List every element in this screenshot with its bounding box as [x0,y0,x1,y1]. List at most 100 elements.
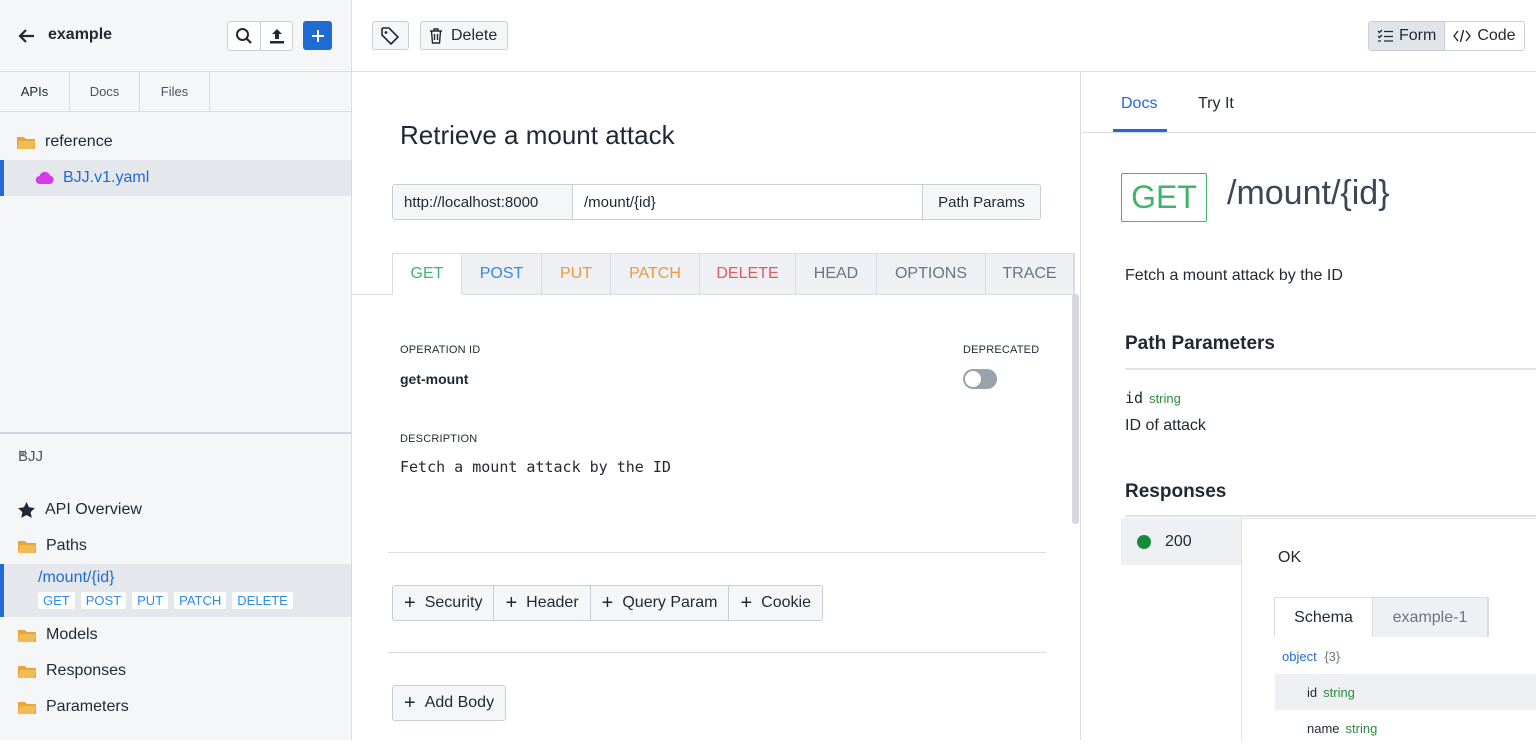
tab-label: HEAD [813,265,859,282]
path-params-heading: Path Parameters [1125,333,1275,354]
plus-icon: + [601,592,614,614]
nav-path-mount[interactable]: /mount/{id} GET POST PUT PATCH DELETE [0,564,351,617]
docs-summary: Fetch a mount attack by the ID [1125,267,1343,284]
tab-schema[interactable]: Schema [1275,598,1372,637]
tab-post[interactable]: POST [462,254,542,295]
tree-item-bjj-yaml[interactable]: BJJ.v1.yaml [0,160,351,196]
nav-models[interactable]: Models [0,617,351,653]
responses-heading: Responses [1125,481,1227,502]
schema-field[interactable]: id string [1275,674,1536,710]
param-desc: ID of attack [1125,417,1206,434]
tab-docs-preview[interactable]: Docs [1121,95,1157,113]
status-dot [1137,534,1151,549]
code-toggle[interactable]: Code [1444,22,1524,50]
close-icon[interactable]: × [18,446,339,464]
tab-delete[interactable]: DELETE [700,254,796,295]
tab-example-1[interactable]: example-1 [1372,598,1488,637]
operation-title[interactable]: Retrieve a mount attack [400,120,675,151]
tree-item-reference[interactable]: reference [0,124,351,160]
code-label: Code [1477,27,1516,44]
nav-label: API Overview [45,501,142,518]
add-cookie-button[interactable]: + Cookie [728,586,822,620]
path-link[interactable]: /mount/{id} [38,568,351,588]
deprecated-toggle[interactable] [963,369,997,389]
method-badge-put[interactable]: PUT [132,592,169,609]
tab-head[interactable]: HEAD [796,254,877,295]
response-desc: OK [1278,549,1302,566]
tab-apis[interactable]: APIs [0,72,70,111]
nav-responses[interactable]: Responses [0,653,351,689]
schema-type-row: object {3} [1282,649,1340,664]
deprecated-label: DEPRECATED [963,344,1040,356]
method-badge-delete[interactable]: DELETE [232,592,293,609]
project-name: example [48,26,113,43]
tab-trace[interactable]: TRACE [986,254,1074,295]
docs-tabs: Docs Try It [1082,72,1536,133]
sidebar-tabs: APIs Docs Files [0,72,351,112]
response-body: OK Schema example-1 object {3} id string… [1241,518,1536,740]
nav-label: Responses [46,662,127,679]
tree-item-label: BJJ.v1.yaml [63,169,150,186]
server-host[interactable]: http://localhost:8000 [393,185,573,219]
url-bar: http://localhost:8000 /mount/{id} Path P… [392,184,1041,220]
plus-icon: + [740,592,753,614]
nav-label: Paths [46,537,87,554]
add-param-buttons: + Security + Header + Query Param + Cookie [392,585,823,621]
schema-tabs: Schema example-1 [1274,597,1489,637]
add-security-button[interactable]: + Security [393,586,493,620]
description-label: DESCRIPTION [400,433,478,445]
tab-label: POST [479,265,524,282]
trash-icon [430,27,442,44]
tab-get[interactable]: GET [393,254,462,295]
tab-label: DELETE [716,265,779,282]
upload-button[interactable] [260,22,292,50]
nav-api-overview[interactable]: API Overview [0,492,351,528]
response-200-tab[interactable]: 200 [1121,518,1241,565]
tab-try-it[interactable]: Try It [1198,95,1234,113]
nav-parameters[interactable]: Parameters [0,689,351,725]
toolbar: Delete Form Code [352,0,1536,72]
plus-icon [311,29,324,42]
operation-id-value[interactable]: get-mount [400,371,468,387]
add-query-param-button[interactable]: + Query Param [589,586,729,620]
schema-field[interactable]: name string [1275,710,1536,746]
scrollbar[interactable] [1072,294,1079,524]
tab-patch[interactable]: PATCH [611,254,700,295]
tab-options[interactable]: OPTIONS [877,254,986,295]
code-icon [1453,29,1472,43]
button-label: Query Param [622,594,718,611]
form-toggle[interactable]: Form [1369,22,1445,50]
nav-label: Models [46,626,98,643]
docs-path: /mount/{id} [1227,174,1390,212]
delete-button[interactable]: Delete [420,21,508,50]
nav-paths[interactable]: Paths [0,528,351,564]
param-type: string [1149,391,1181,406]
response-code: 200 [1165,532,1192,550]
add-button[interactable] [303,21,332,50]
back-arrow-icon[interactable] [18,27,36,45]
description-input[interactable]: Fetch a mount attack by the ID [400,458,671,476]
path-params-button[interactable]: Path Params [922,185,1040,219]
tab-label: GET [410,265,444,282]
method-badge-patch[interactable]: PATCH [174,592,227,609]
method-badge-get[interactable]: GET [38,592,75,609]
add-body-button[interactable]: + Add Body [392,685,507,721]
tab-put[interactable]: PUT [542,254,611,295]
tab-files[interactable]: Files [140,72,210,111]
field-name: id [1307,684,1318,700]
param-name: id [1125,389,1144,407]
divider [1125,515,1536,517]
method-badge-post[interactable]: POST [80,592,127,609]
sidebar: example APIs Docs Files reference BJJ.v1… [0,0,352,740]
path-input[interactable]: /mount/{id} [573,185,922,219]
docs-panel: Docs Try It GET /mount/{id} Fetch a moun… [1082,72,1536,740]
method-tabs: GET POST PUT PATCH DELETE HEAD OPTIONS T… [392,253,1075,295]
add-header-button[interactable]: + Header [493,586,589,620]
param-row: id string [1125,389,1181,407]
search-button[interactable] [228,22,260,50]
tag-button[interactable] [372,21,409,50]
tab-docs[interactable]: Docs [70,72,140,111]
button-label: Add Body [424,694,495,711]
field-type: string [1323,684,1355,700]
folder-icon [18,630,36,642]
